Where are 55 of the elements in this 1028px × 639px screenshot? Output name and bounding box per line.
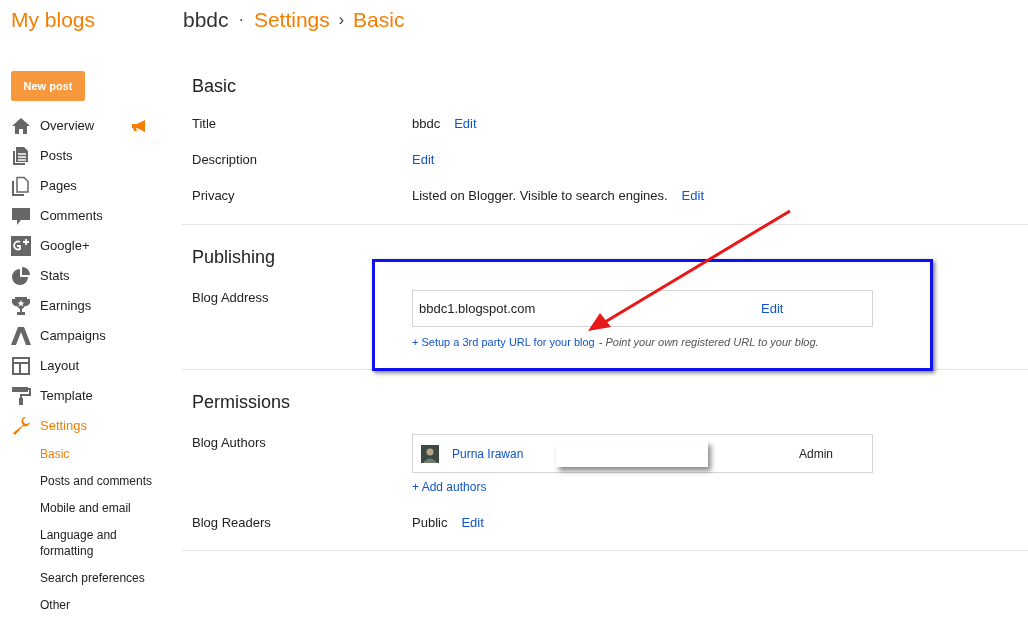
- blog-address: bbdc1.blogspot.com: [418, 299, 537, 318]
- avatar: [421, 444, 439, 463]
- nav-item[interactable]: Overview: [40, 116, 95, 136]
- nav-item[interactable]: Pages: [40, 176, 77, 196]
- nav-item[interactable]: Posts: [40, 146, 73, 166]
- setup-url-link[interactable]: + Setup a 3rd party URL for your blog: [412, 335, 595, 349]
- nav-item[interactable]: Stats: [40, 266, 70, 286]
- setting-label: Privacy: [192, 188, 236, 204]
- pages-icon: [11, 176, 31, 196]
- setup-url-hint: - Point your own registered URL to your blog.: [598, 335, 819, 349]
- nav-item[interactable]: Comments: [40, 206, 103, 226]
- add-authors-link[interactable]: + Add authors: [412, 480, 873, 494]
- home-icon: [11, 116, 31, 136]
- pie-chart-icon: [11, 266, 31, 286]
- edit-link[interactable]: Edit: [761, 298, 784, 319]
- setting-label: Description: [192, 152, 259, 168]
- setting-label: Title: [192, 116, 218, 132]
- layout-icon: [11, 356, 31, 376]
- trophy-icon: [11, 296, 31, 316]
- setting-value: bbdc: [412, 116, 441, 132]
- blog-name: bbdc: [183, 7, 229, 34]
- paint-roller-icon: [11, 386, 31, 406]
- nav-item[interactable]: Layout: [40, 356, 80, 376]
- settings-subitem[interactable]: Other: [40, 597, 170, 613]
- wrench-icon: [11, 416, 31, 436]
- setting-label: Blog Authors: [192, 434, 267, 451]
- settings-subitem[interactable]: Language and formatting: [40, 527, 170, 559]
- megaphone-icon: [131, 120, 148, 132]
- setting-value: Listed on Blogger. Visible to search engines.: [412, 188, 668, 204]
- section-title: Permissions: [192, 391, 292, 414]
- section-title: Basic: [192, 75, 237, 98]
- speech-bubble-icon: [11, 206, 31, 226]
- settings-subitem[interactable]: Search preferences: [40, 570, 170, 586]
- author-role: Admin: [799, 445, 833, 463]
- author-name[interactable]: Purna Irawan: [452, 444, 556, 463]
- settings-subitem[interactable]: Mobile and email: [40, 500, 170, 516]
- google-plus-icon: [11, 236, 31, 256]
- nav-item[interactable]: Template: [40, 386, 93, 406]
- nav-item[interactable]: Earnings: [40, 296, 92, 316]
- edit-link[interactable]: Edit: [454, 116, 477, 132]
- edit-link[interactable]: Edit: [681, 188, 704, 204]
- page-title: Basic: [353, 7, 405, 34]
- settings-subitem[interactable]: Posts and comments: [40, 473, 170, 489]
- breadcrumb-separator: ·: [238, 10, 244, 30]
- nav-item[interactable]: Google+: [40, 236, 90, 256]
- nav-item[interactable]: Campaigns: [40, 326, 106, 346]
- setting-value: Public: [412, 515, 448, 531]
- breadcrumb-separator: ›: [338, 10, 345, 30]
- setting-label: Blog Address: [192, 290, 270, 306]
- edit-link[interactable]: Edit: [412, 152, 435, 168]
- campaigns-icon: [11, 326, 31, 346]
- edit-link[interactable]: Edit: [461, 515, 484, 531]
- document-stack-icon: [11, 146, 31, 166]
- setting-label: Blog Readers: [192, 515, 272, 531]
- section-title: Publishing: [192, 246, 277, 269]
